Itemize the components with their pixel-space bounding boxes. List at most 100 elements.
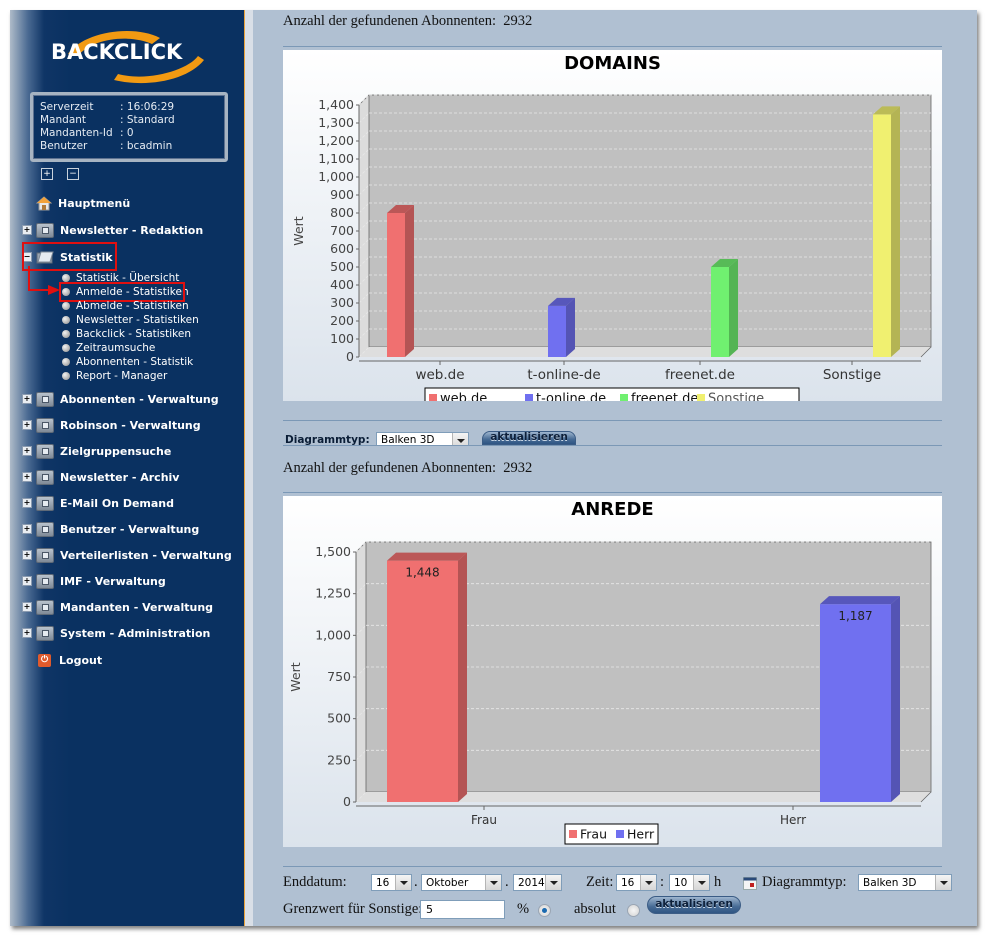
bullet-icon [62, 358, 70, 366]
bullet-icon [62, 274, 70, 282]
y-tick-label: 200 [330, 313, 354, 328]
chevron-down-icon[interactable] [395, 875, 411, 890]
sidebar-item-newsletter-archiv[interactable]: + Newsletter - Archiv [22, 468, 179, 486]
y-tick-label: 300 [330, 295, 354, 310]
expand-all-button[interactable]: + [41, 168, 53, 180]
chart-floor [359, 347, 931, 357]
chevron-down-icon[interactable] [545, 875, 561, 890]
app-frame: BACKCLICK Serverzeit: 16:06:29 Mandant: … [10, 10, 977, 926]
bar-top [387, 552, 467, 561]
sidebar-item-e-mail-on-demand[interactable]: + E-Mail On Demand [22, 494, 174, 512]
sidebar-subitem-abonnenten-statistik[interactable]: Abonnenten - Statistik [62, 355, 193, 369]
bar-freenet-de [711, 267, 729, 357]
update-button-1[interactable]: aktualisieren [482, 431, 576, 445]
sidebar-item-newsletter-redaktion[interactable]: + Newsletter - Redaktion [22, 221, 203, 239]
sidebar-item-verteilerlisten-verwaltung[interactable]: + Verteilerlisten - Verwaltung [22, 546, 232, 564]
hour-select[interactable]: 16 [616, 874, 657, 891]
legend-label: Herr [627, 827, 655, 842]
sidebar-item-logout[interactable]: ⏻ Logout [22, 651, 102, 669]
y-tick-label: 1,000 [318, 169, 354, 184]
y-tick-label: 1,500 [315, 544, 351, 559]
y-axis-label: Wert [288, 662, 303, 691]
sidebar-item-hauptmenu[interactable]: Hauptmenü [22, 194, 130, 212]
chevron-down-icon[interactable] [640, 875, 656, 890]
update-button-2[interactable]: aktualisieren [647, 896, 741, 914]
sidebar-item-robinson-verwaltung[interactable]: + Robinson - Verwaltung [22, 416, 201, 434]
mandant-id-row: Mandanten-Id: 0 [40, 127, 134, 139]
sidebar-subitem-abmelde-statistiken[interactable]: Abmelde - Statistiken [62, 299, 189, 313]
y-tick-label: 800 [330, 205, 354, 220]
diagrammtyp-select-1[interactable]: Balken 3D [376, 432, 469, 446]
bar-side [729, 259, 738, 357]
chevron-down-icon[interactable] [935, 875, 951, 890]
expand-icon[interactable]: + [22, 550, 32, 560]
legend-swatch [697, 394, 705, 401]
minute-select[interactable]: 10 [669, 874, 710, 891]
y-tick-label: 1,100 [318, 151, 354, 166]
bar-herr [820, 604, 891, 802]
sidebar-item-benutzer-verwaltung[interactable]: + Benutzer - Verwaltung [22, 520, 199, 538]
folder-icon [36, 222, 54, 238]
sidebar-subitem-zeitraumsuche[interactable]: Zeitraumsuche [62, 341, 155, 355]
day-select[interactable]: 16 [371, 874, 412, 891]
power-icon: ⏻ [38, 653, 51, 667]
diagrammtyp-select-2[interactable]: Balken 3D [858, 874, 952, 891]
main-content: Anzahl der gefundenen Abonnenten: 2932 D… [255, 10, 977, 926]
expand-icon[interactable]: + [22, 446, 32, 456]
bar-side [458, 552, 467, 802]
folder-icon [36, 495, 54, 511]
percent-radio[interactable] [538, 904, 551, 917]
legend-label: Frau [580, 827, 607, 842]
x-tick-label: freenet.de [665, 367, 735, 383]
collapse-all-button[interactable]: − [67, 168, 79, 180]
legend-label: Sonstige [708, 392, 764, 402]
sidebar-item-zielgruppensuche[interactable]: + Zielgruppensuche [22, 442, 171, 460]
divider [283, 445, 942, 446]
subscriber-count-1: Anzahl der gefundenen Abonnenten: 2932 [283, 13, 533, 29]
month-select[interactable]: Oktober [421, 874, 502, 891]
date-separator: . [414, 874, 418, 890]
backclick-logo[interactable]: BACKCLICK [48, 26, 208, 86]
chevron-down-icon[interactable] [693, 875, 709, 890]
y-tick-label: 900 [330, 187, 354, 202]
data-label: 1,187 [838, 609, 872, 623]
bar-side [566, 297, 575, 357]
expand-icon[interactable]: + [22, 576, 32, 586]
bar-frau [387, 560, 458, 802]
bullet-icon [62, 330, 70, 338]
bullet-icon [62, 344, 70, 352]
sidebar-item-mandanten-verwaltung[interactable]: + Mandanten - Verwaltung [22, 598, 213, 616]
chevron-down-icon[interactable] [485, 875, 501, 890]
expand-icon[interactable]: + [22, 472, 32, 482]
y-tick-label: 500 [327, 711, 351, 726]
folder-icon [36, 469, 54, 485]
sidebar-item-abonnenten-verwaltung[interactable]: + Abonnenten - Verwaltung [22, 390, 219, 408]
sidebar-subitem-newsletter-statistiken[interactable]: Newsletter - Statistiken [62, 313, 199, 327]
sidebar-item-imf-verwaltung[interactable]: + IMF - Verwaltung [22, 572, 166, 590]
anrede-chart-panel: ANREDE 0 250 500 750 1,000 1,250 1,500 Wert Frau… [283, 496, 942, 847]
legend-swatch [620, 394, 628, 401]
expand-icon[interactable]: + [22, 524, 32, 534]
sidebar-item-system-administration[interactable]: + System - Administration [22, 624, 210, 642]
expand-icon[interactable]: + [22, 628, 32, 638]
year-select[interactable]: 2014 [513, 874, 562, 891]
sidebar-subitem-backclick-statistiken[interactable]: Backclick - Statistiken [62, 327, 191, 341]
expand-icon[interactable]: + [22, 498, 32, 508]
expand-icon[interactable]: + [22, 602, 32, 612]
y-tick-label: 0 [346, 349, 354, 364]
bullet-icon [62, 302, 70, 310]
expand-icon[interactable]: + [22, 394, 32, 404]
subscriber-count-2: Anzahl der gefundenen Abonnenten: 2932 [283, 460, 533, 476]
grenzwert-input[interactable] [420, 900, 505, 919]
logo-text: BACKCLICK [51, 40, 183, 64]
calendar-icon [743, 877, 757, 890]
folder-icon [36, 521, 54, 537]
folder-icon [36, 391, 54, 407]
bullet-icon [62, 316, 70, 324]
absolut-radio[interactable] [627, 904, 640, 917]
grenzwert-label: Grenzwert für Sonstige: [283, 901, 423, 917]
sidebar-subitem-report-manager[interactable]: Report - Manager [62, 369, 167, 383]
expand-icon[interactable]: + [22, 420, 32, 430]
y-tick-label: 1,250 [315, 586, 351, 601]
expand-icon[interactable]: + [22, 225, 32, 235]
